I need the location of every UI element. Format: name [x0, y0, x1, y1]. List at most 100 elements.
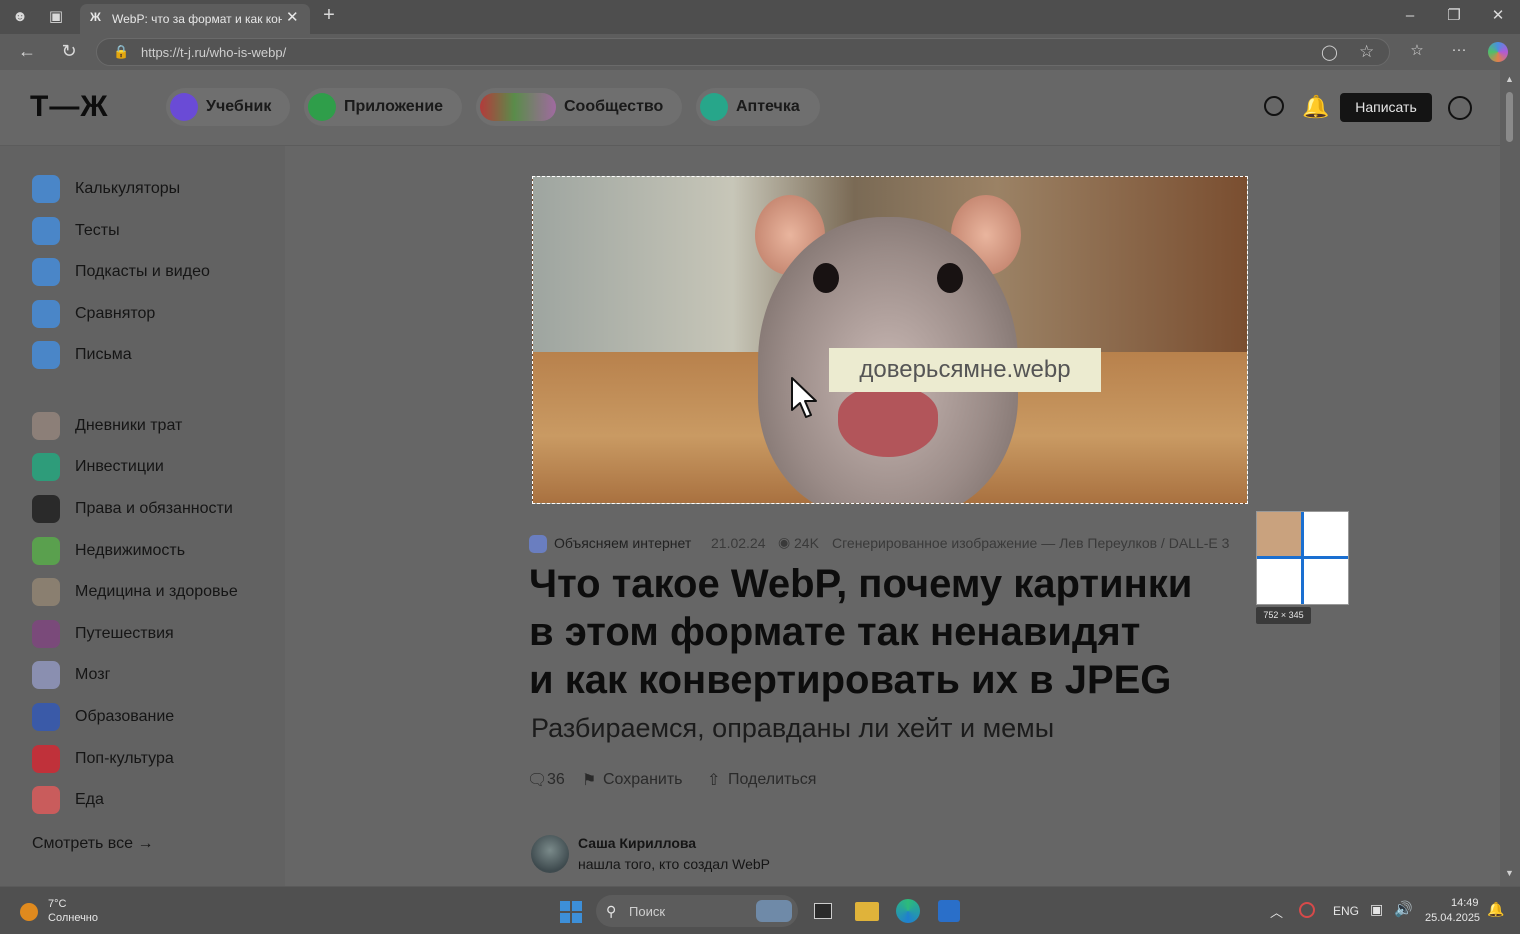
reader-mode-icon[interactable]: ◯ [1321, 43, 1338, 61]
volume-icon[interactable]: 🔊 [1394, 900, 1413, 918]
sidebar-item-podcasts[interactable]: Подкасты и видео [32, 258, 282, 288]
url-field[interactable]: 🔒 https://t-j.ru/who-is-webp/ ◯ ☆ [96, 38, 1390, 66]
comments-icon[interactable]: 🗨 [527, 770, 547, 790]
restore-icon[interactable]: ❐ [1444, 6, 1464, 26]
close-window-icon[interactable]: ✕ [1488, 6, 1508, 26]
rights-gavel-icon [32, 495, 60, 523]
nav-pharmacy[interactable]: Аптечка [696, 88, 820, 126]
sidebar-item-pop-culture[interactable]: Поп-культура [32, 745, 282, 775]
sidebar-item-education[interactable]: Образование [32, 703, 282, 733]
sidebar-item-real-estate[interactable]: Недвижимость [32, 537, 282, 567]
language-indicator[interactable]: ENG [1333, 904, 1359, 918]
comments-count[interactable]: 36 [547, 771, 565, 789]
capture-magnifier [1256, 511, 1349, 605]
sidebar-item-letters[interactable]: Письма [32, 341, 282, 371]
article-title: Что такое WebP, почему картинки в этом ф… [529, 560, 1259, 704]
notifications-bell-icon[interactable]: 🔔 [1302, 94, 1329, 120]
sync-icon[interactable] [1299, 902, 1315, 918]
tests-icon [32, 217, 60, 245]
reload-icon[interactable]: ↻ [58, 41, 80, 61]
clock-time[interactable]: 14:49 [1451, 897, 1479, 909]
sidebar-item-comparator[interactable]: Сравнятор [32, 300, 282, 330]
start-windows-icon[interactable] [560, 901, 582, 923]
new-tab-icon[interactable]: + [318, 5, 340, 25]
author-note: нашла того, кто создал WebP [578, 856, 770, 872]
sidebar-item-calculators[interactable]: Калькуляторы [32, 175, 282, 205]
weather-sun-icon[interactable] [20, 903, 38, 921]
account-icon[interactable] [1448, 96, 1472, 120]
weather-text: Солнечно [48, 912, 98, 924]
article-date: 21.02.24 [711, 535, 766, 551]
edge-browser-icon[interactable] [896, 899, 920, 923]
save-button[interactable]: Сохранить [603, 771, 683, 789]
podcasts-icon [32, 258, 60, 286]
taskbar-search-icon: ⚲ [606, 903, 617, 919]
copilot-icon[interactable] [1488, 42, 1508, 62]
write-button[interactable]: Написать [1340, 93, 1432, 122]
clock-date[interactable]: 25.04.2025 [1425, 912, 1480, 924]
article-hero-image[interactable]: доверьсямне.webp [532, 176, 1248, 504]
scroll-down-icon[interactable]: ▼ [1505, 868, 1514, 878]
sidebar-item-travel[interactable]: Путешествия [32, 620, 282, 650]
taskbar-search-field[interactable]: ⚲ Поиск [596, 895, 798, 927]
nav-textbook[interactable]: Учебник [166, 88, 290, 126]
sidebar-item-investments[interactable]: Инвестиции [32, 453, 282, 483]
store-icon[interactable] [938, 900, 960, 922]
nav-app[interactable]: Приложение [304, 88, 462, 126]
lock-icon: 🔒 [113, 44, 130, 59]
scroll-thumb[interactable] [1506, 92, 1513, 142]
search-icon[interactable] [1264, 96, 1284, 116]
article-title-line-2: в этом формате так ненавидят [529, 610, 1141, 654]
task-view-icon[interactable] [814, 903, 832, 919]
sidebar-item-medicine[interactable]: Медицина и здоровье [32, 578, 282, 608]
web-page: Т—Ж Учебник Приложение Сообщество Аптечк… [0, 70, 1500, 886]
education-rocket-icon [32, 703, 60, 731]
search-highlight-icon [756, 900, 792, 922]
nav-community[interactable]: Сообщество [476, 88, 682, 126]
see-all-link[interactable]: Смотреть все → [32, 835, 153, 853]
windows-taskbar: 7°C Солнечно ⚲ Поиск ︿ ENG ▣ 🔊 14:49 25.… [0, 886, 1520, 934]
file-explorer-icon[interactable] [855, 902, 879, 921]
brain-icon [32, 661, 60, 689]
close-tab-icon[interactable]: ✕ [286, 8, 299, 26]
network-icon[interactable]: ▣ [1370, 901, 1383, 918]
minimize-icon[interactable]: – [1400, 6, 1420, 26]
tab-favicon-icon: Ж [90, 10, 101, 24]
sidebar-item-tests[interactable]: Тесты [32, 217, 282, 247]
sidebar-item-food[interactable]: Еда [32, 786, 282, 816]
favorites-icon[interactable]: ☆ [1406, 41, 1428, 61]
sidebar-item-expense-diaries[interactable]: Дневники трат [32, 412, 282, 442]
sidebar: Калькуляторы Тесты Подкасты и видео Срав… [0, 146, 285, 886]
site-logo[interactable]: Т—Ж [30, 90, 108, 124]
author-block[interactable]: Саша Кириллова нашла того, кто создал We… [531, 834, 851, 874]
more-menu-icon[interactable]: ··· [1448, 40, 1470, 60]
letters-icon [32, 341, 60, 369]
bookmark-icon[interactable]: ⚑ [582, 770, 596, 790]
mouse-cursor-icon [791, 377, 817, 418]
hero-rat-left-eye [813, 263, 839, 293]
author-name: Саша Кириллова [578, 835, 697, 851]
share-icon[interactable]: ⇧ [707, 770, 720, 790]
site-header: Т—Ж Учебник Приложение Сообщество Аптечк… [0, 70, 1500, 146]
notification-bell-icon[interactable]: 🔔 [1487, 901, 1504, 918]
tab-actions-icon[interactable]: ▣ [46, 7, 66, 27]
browser-tab[interactable]: Ж WebP: что за формат и как конв ✕ [80, 4, 310, 34]
page-scrollbar[interactable]: ▲ ▼ [1500, 70, 1520, 886]
scroll-up-icon[interactable]: ▲ [1505, 74, 1514, 84]
travel-suitcase-icon [32, 620, 60, 648]
hero-rat-right-eye [937, 263, 963, 293]
show-hidden-icons-icon[interactable]: ︿ [1270, 902, 1283, 921]
profile-icon[interactable]: ☻ [10, 7, 30, 27]
food-icon [32, 786, 60, 814]
real-estate-house-icon [32, 537, 60, 565]
article-title-line-3: и как конвертировать их в JPEG [529, 658, 1172, 702]
back-icon[interactable]: ← [16, 41, 38, 61]
hero-filename-label: доверьсямне.webp [829, 348, 1101, 392]
capture-size-badge: 752 × 345 [1256, 607, 1311, 624]
category-link[interactable]: Объясняем интернет [554, 535, 691, 551]
pop-culture-icon [32, 745, 60, 773]
share-button[interactable]: Поделиться [728, 771, 816, 789]
favorite-star-icon[interactable]: ☆ [1359, 42, 1374, 62]
sidebar-item-rights[interactable]: Права и обязанности [32, 495, 282, 525]
sidebar-item-brain[interactable]: Мозг [32, 661, 282, 691]
